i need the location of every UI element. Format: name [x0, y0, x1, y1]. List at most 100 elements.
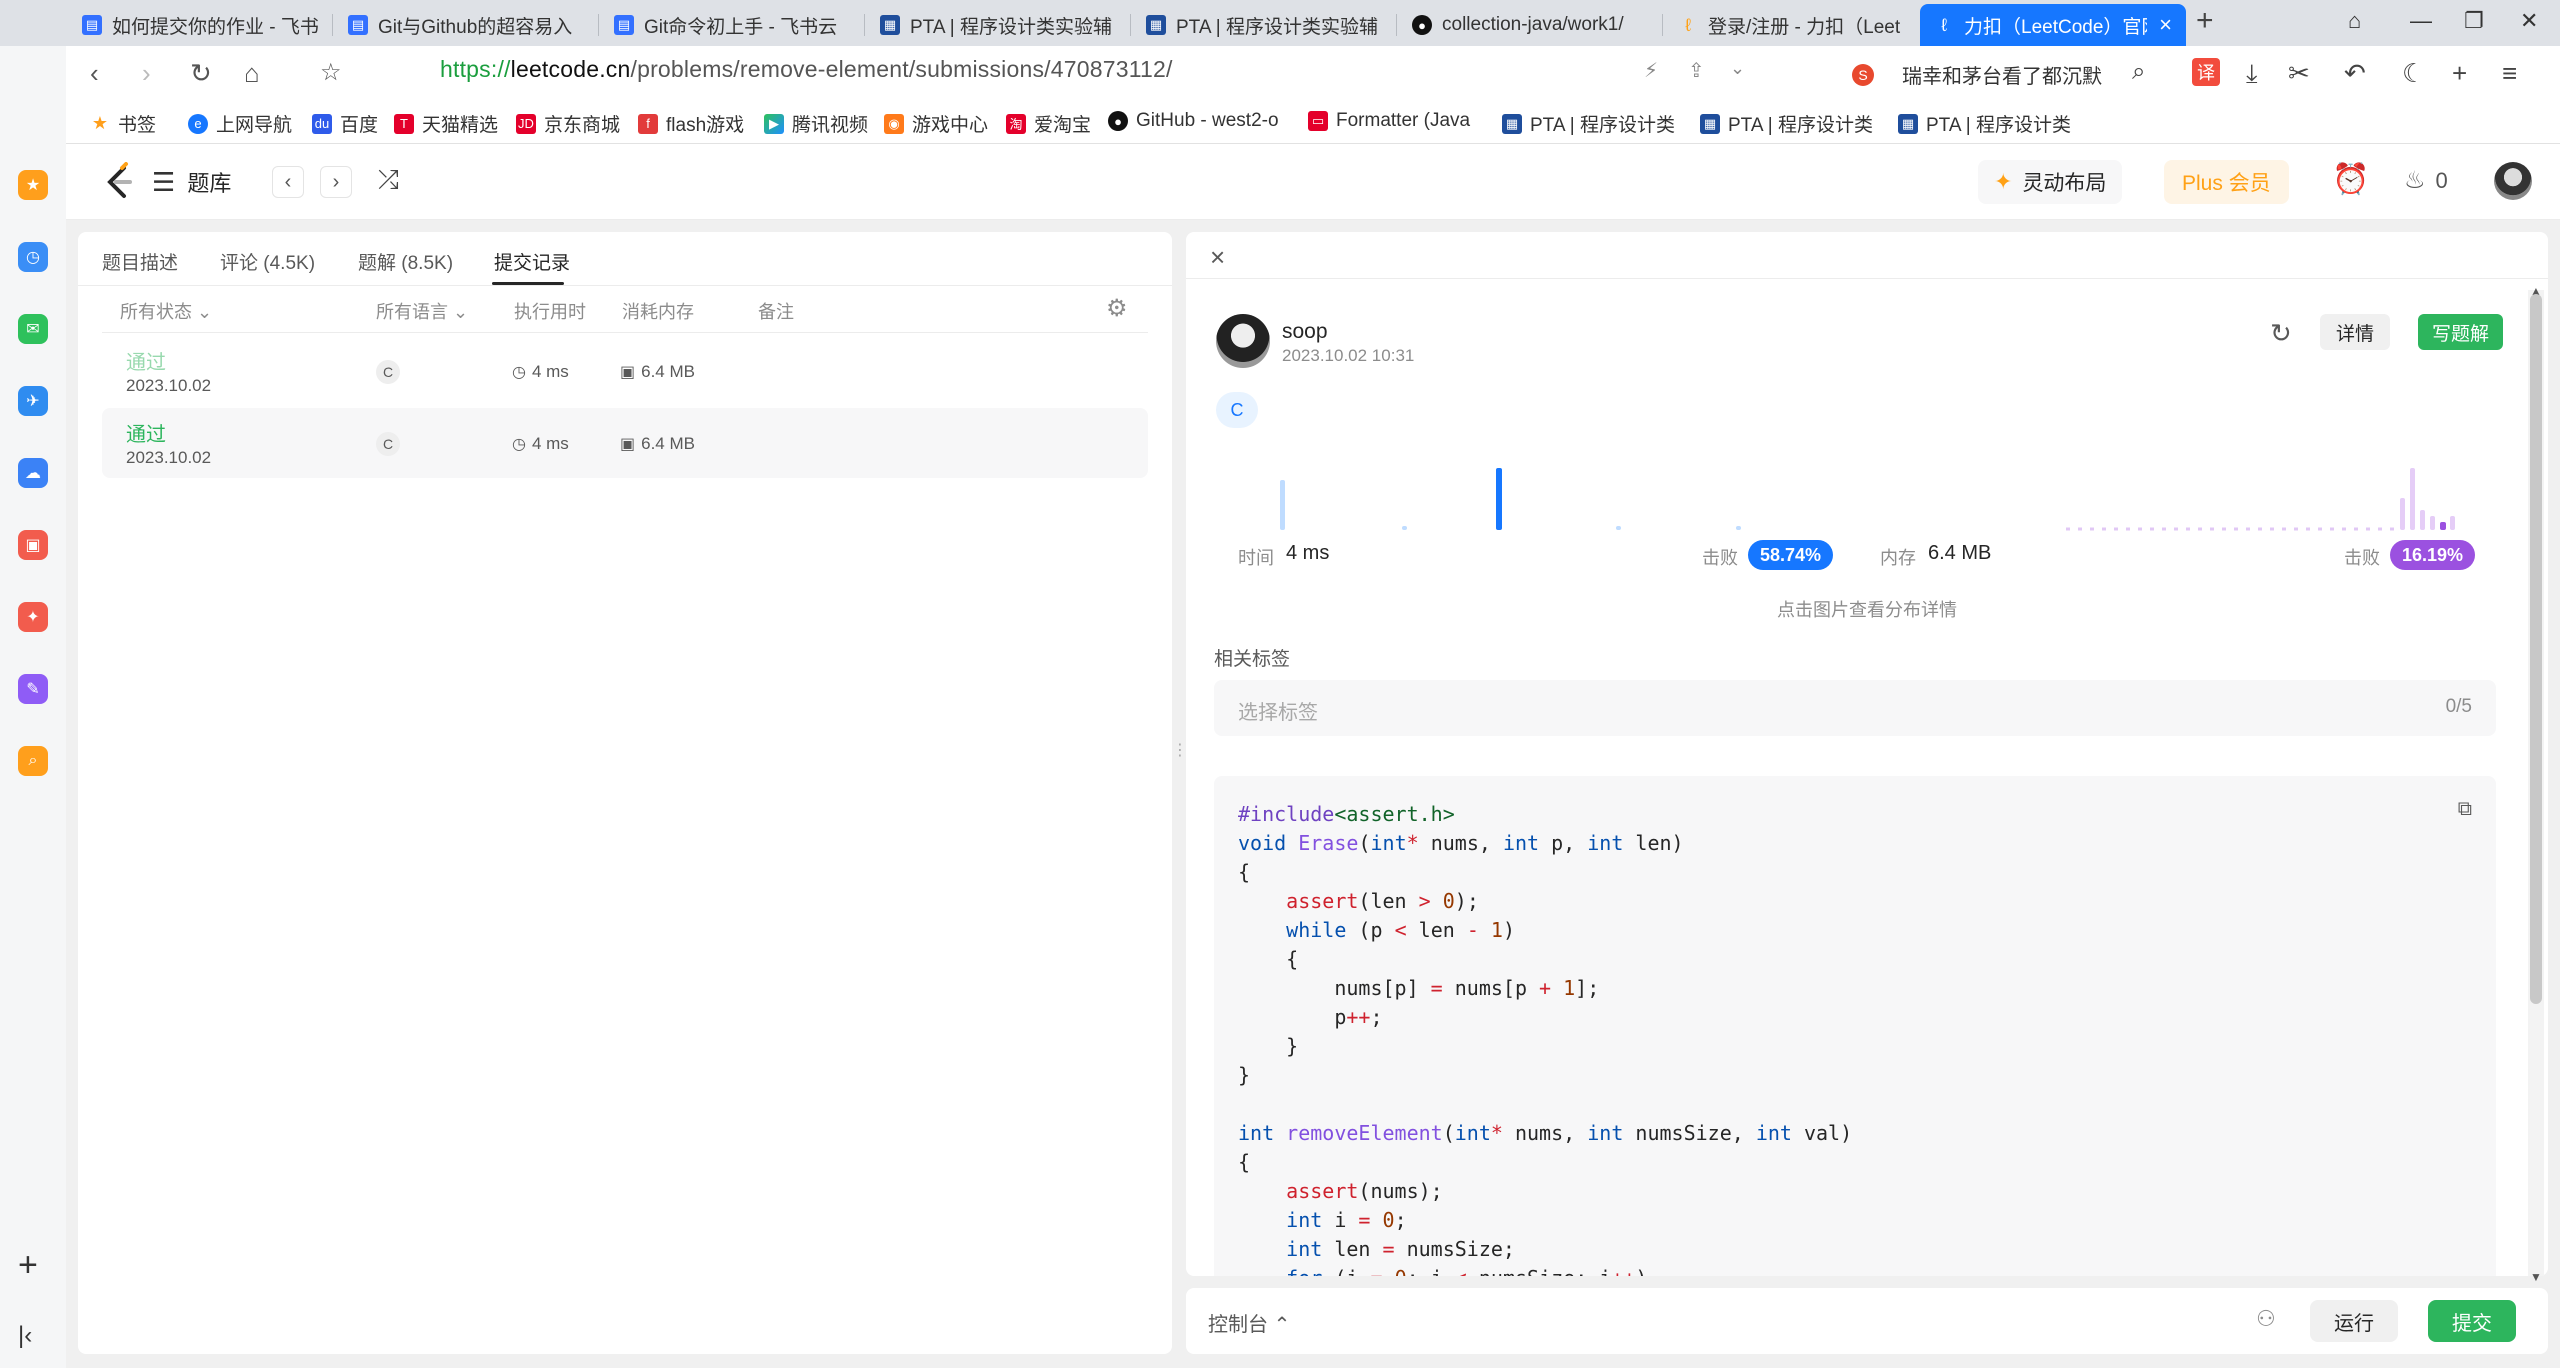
plus-member-button[interactable]: Plus 会员: [2164, 160, 2289, 204]
browser-tab[interactable]: ▦ PTA | 程序设计类实验辅: [1132, 4, 1394, 46]
bookmark-star-icon[interactable]: ☆: [320, 58, 342, 87]
tab-description[interactable]: 题目描述: [102, 248, 178, 275]
bookmark-item[interactable]: ▦ PTA | 程序设计类: [1700, 110, 1873, 137]
write-solution-button[interactable]: 写题解: [2418, 314, 2504, 350]
language-filter[interactable]: 所有语言 ⌄: [376, 298, 468, 324]
back-icon[interactable]: ‹: [90, 58, 99, 89]
alarm-clock-icon[interactable]: ⏰: [2332, 162, 2369, 197]
refresh-icon[interactable]: ↻: [2270, 318, 2292, 349]
restore-icon[interactable]: ❐: [2464, 8, 2484, 34]
debug-icon[interactable]: ⚇: [2256, 1306, 2276, 1332]
copy-icon[interactable]: ⧉: [2458, 798, 2472, 821]
panel-resize-handle[interactable]: ⋮: [1172, 740, 1188, 770]
cloud-icon[interactable]: ☁: [18, 458, 48, 488]
prev-problem-button[interactable]: ‹: [272, 166, 304, 198]
scrollbar-thumb[interactable]: [2530, 294, 2542, 1004]
run-button[interactable]: 运行: [2310, 1300, 2398, 1342]
bookmark-item[interactable]: ★ 书签: [90, 110, 156, 137]
close-icon[interactable]: ×: [1210, 242, 1225, 273]
shuffle-icon[interactable]: ⤮: [378, 164, 399, 196]
bookmark-item[interactable]: ◉ 游戏中心: [884, 110, 988, 137]
user-avatar[interactable]: [2494, 162, 2532, 200]
bookmark-item[interactable]: ● GitHub - west2-o: [1108, 110, 1279, 132]
bookmark-item[interactable]: f flash游戏: [638, 110, 744, 137]
add-icon[interactable]: +: [18, 1246, 38, 1285]
pdf-icon[interactable]: ✦: [18, 602, 48, 632]
tags-select[interactable]: 选择标签 0/5: [1214, 680, 2496, 736]
favorites-icon[interactable]: ★: [18, 170, 48, 200]
search-icon[interactable]: ⌕: [2132, 58, 2145, 86]
vertical-scrollbar[interactable]: ▲ ▼: [2528, 284, 2544, 1284]
minimize-icon[interactable]: —: [2410, 8, 2432, 34]
share-icon[interactable]: ⇪: [1688, 58, 1705, 83]
leetcode-logo-icon[interactable]: [100, 162, 140, 202]
download-icon[interactable]: ⤓: [2246, 58, 2258, 90]
bookmark-label: PTA | 程序设计类: [1728, 115, 1873, 136]
submission-status[interactable]: 通过: [126, 346, 166, 375]
undo-icon[interactable]: ↶: [2344, 58, 2366, 89]
search-tool-icon[interactable]: ⌕: [18, 746, 48, 776]
status-filter[interactable]: 所有状态 ⌄: [120, 298, 212, 324]
ling-layout-label: 灵动布局: [2022, 172, 2107, 195]
wechat-icon[interactable]: ✉: [18, 314, 48, 344]
plane-icon[interactable]: ✈: [18, 386, 48, 416]
bookmark-item[interactable]: T 天猫精选: [394, 110, 498, 137]
tab-solutions[interactable]: 题解 (8.5K): [358, 248, 453, 275]
browser-tab[interactable]: ▤ 如何提交你的作业 - 飞书: [68, 4, 330, 46]
distribution-chart[interactable]: [1216, 454, 2510, 564]
extensions-icon[interactable]: +: [2452, 58, 2467, 89]
submit-button[interactable]: 提交: [2428, 1300, 2516, 1342]
translate-icon[interactable]: 译: [2192, 58, 2220, 86]
bookmark-item[interactable]: e 上网导航: [188, 110, 292, 137]
bookmark-item[interactable]: ▦ PTA | 程序设计类: [1502, 110, 1675, 137]
url-field[interactable]: https://leetcode.cn/problems/remove-elem…: [440, 56, 1173, 83]
streak[interactable]: ♨ 0: [2404, 166, 2448, 195]
note-icon[interactable]: ✎: [18, 674, 48, 704]
table-row-selected[interactable]: 通过 2023.10.02 C ◷ 4 ms ▣ 6.4 MB: [102, 408, 1148, 478]
bookmark-item[interactable]: ▦ PTA | 程序设计类: [1898, 110, 2071, 137]
scroll-down-icon[interactable]: ▼: [2530, 1270, 2542, 1284]
close-window-icon[interactable]: ✕: [2520, 8, 2538, 34]
hot-search[interactable]: S 瑞幸和茅台看了都沉默: [1852, 60, 2102, 89]
code-viewer[interactable]: ⧉ #include<assert.h> void Erase(int* num…: [1214, 776, 2496, 1276]
bookmark-item[interactable]: JD 京东商城: [516, 110, 620, 137]
console-toggle[interactable]: 控制台 ⌃: [1208, 1308, 1290, 1337]
bookmark-label: 百度: [340, 115, 379, 136]
lightning-icon[interactable]: ⚡: [1644, 58, 1658, 83]
close-tab-icon[interactable]: ×: [2159, 12, 2172, 38]
home-icon[interactable]: ⌂: [244, 58, 260, 89]
settings-gear-icon[interactable]: ⚙: [1106, 294, 1128, 323]
menu-icon[interactable]: ≡: [2502, 58, 2517, 89]
browser-tab-active[interactable]: ℓ 力扣（LeetCode）官网 ×: [1920, 4, 2186, 46]
screenshot-icon[interactable]: ▣: [18, 530, 48, 560]
detail-button[interactable]: 详情: [2320, 314, 2391, 350]
browser-tab[interactable]: ▤ Git与Github的超容易入: [334, 4, 596, 46]
submission-status[interactable]: 通过: [126, 418, 166, 447]
forward-icon[interactable]: ›: [142, 58, 151, 89]
tab-comments[interactable]: 评论 (4.5K): [220, 248, 315, 275]
submitter-avatar[interactable]: [1216, 314, 1270, 368]
collapse-sidebar-icon[interactable]: |‹: [18, 1322, 32, 1350]
browser-tab[interactable]: ● collection-java/work1/: [1398, 4, 1660, 46]
bookmark-item[interactable]: 淘爱淘宝: [1006, 110, 1091, 137]
bookmark-item[interactable]: du 百度: [312, 110, 378, 137]
chevron-down-icon[interactable]: ⌄: [1730, 58, 1745, 79]
ling-layout-button[interactable]: ✦ 灵动布局: [1978, 160, 2123, 204]
browser-tab[interactable]: ▦ PTA | 程序设计类实验辅: [866, 4, 1128, 46]
submitter-name[interactable]: soop: [1282, 320, 1328, 344]
bookmark-item[interactable]: ▶ 腾讯视频: [764, 110, 868, 137]
shirt-icon[interactable]: ⌂: [2348, 8, 2361, 34]
doc-icon: ▤: [82, 15, 102, 35]
bookmark-item[interactable]: ▭ Formatter (Java: [1308, 110, 1470, 132]
reload-icon[interactable]: ↻: [190, 58, 212, 89]
browser-tab[interactable]: ℓ 登录/注册 - 力扣（Leet: [1664, 4, 1918, 46]
tab-submissions[interactable]: 提交记录: [494, 248, 570, 275]
history-icon[interactable]: ◷: [18, 242, 48, 272]
night-mode-icon[interactable]: ☾: [2402, 58, 2425, 89]
new-tab-icon[interactable]: +: [2196, 4, 2214, 38]
scissors-icon[interactable]: ✂: [2288, 58, 2310, 89]
problems-link[interactable]: ☰ 题库: [152, 166, 231, 198]
next-problem-button[interactable]: ›: [320, 166, 352, 198]
table-row[interactable]: 通过 2023.10.02 C ◷ 4 ms ▣ 6.4 MB: [102, 336, 1148, 406]
browser-tab[interactable]: ▤ Git命令初上手 - 飞书云: [600, 4, 862, 46]
